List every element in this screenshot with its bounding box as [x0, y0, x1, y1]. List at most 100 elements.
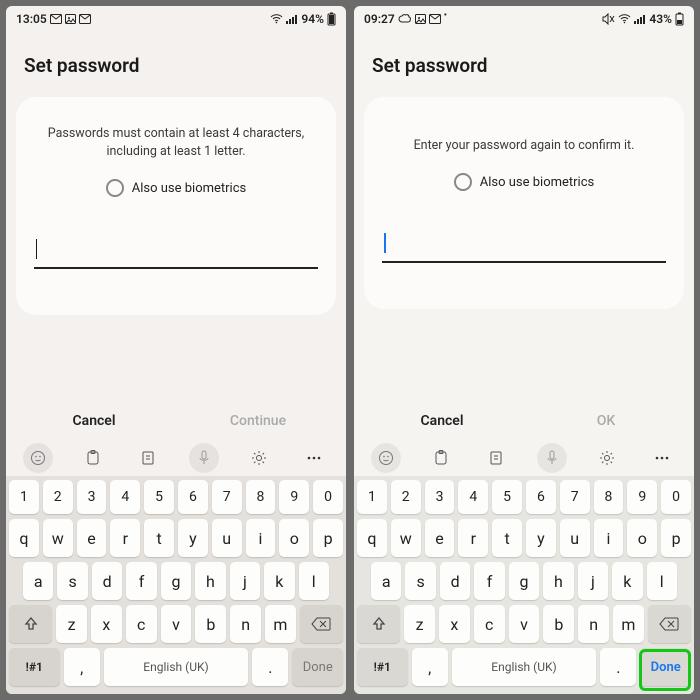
space-key[interactable]: English (UK) — [104, 648, 249, 686]
key-e[interactable]: e — [77, 519, 107, 557]
key-6[interactable]: 6 — [526, 480, 556, 514]
key-i[interactable]: i — [246, 519, 276, 557]
key-6[interactable]: 6 — [178, 480, 208, 514]
key-5[interactable]: 5 — [492, 480, 522, 514]
dot-key[interactable]: . — [252, 648, 288, 686]
key-o[interactable]: o — [279, 519, 309, 557]
shift-key[interactable] — [9, 605, 52, 643]
space-key[interactable]: English (UK) — [452, 648, 597, 686]
key-b[interactable]: b — [543, 605, 574, 643]
cancel-button[interactable]: Cancel — [360, 413, 524, 429]
symbols-key[interactable]: !#1 — [357, 648, 408, 686]
emoji-icon[interactable] — [23, 443, 53, 473]
backspace-key[interactable] — [300, 605, 343, 643]
emoji-icon[interactable] — [371, 443, 401, 473]
key-d[interactable]: d — [440, 562, 470, 600]
key-n[interactable]: n — [230, 605, 261, 643]
key-m[interactable]: m — [265, 605, 296, 643]
key-s[interactable]: s — [57, 562, 87, 600]
key-n[interactable]: n — [578, 605, 609, 643]
cancel-button[interactable]: Cancel — [12, 413, 176, 429]
key-k[interactable]: k — [612, 562, 642, 600]
key-q[interactable]: q — [9, 519, 39, 557]
key-f[interactable]: f — [126, 562, 156, 600]
key-t[interactable]: t — [144, 519, 174, 557]
key-2[interactable]: 2 — [391, 480, 421, 514]
text-icon[interactable] — [481, 443, 511, 473]
key-w[interactable]: w — [43, 519, 73, 557]
key-1[interactable]: 1 — [9, 480, 39, 514]
key-f[interactable]: f — [474, 562, 504, 600]
password-input-wrap[interactable] — [382, 233, 666, 263]
key-d[interactable]: d — [92, 562, 122, 600]
key-i[interactable]: i — [594, 519, 624, 557]
key-0[interactable]: 0 — [661, 480, 691, 514]
mic-icon[interactable] — [537, 443, 567, 473]
done-key[interactable]: Done — [640, 648, 691, 686]
key-0[interactable]: 0 — [313, 480, 343, 514]
dot-key[interactable]: . — [600, 648, 636, 686]
password-input-wrap[interactable] — [34, 239, 318, 269]
key-c[interactable]: c — [126, 605, 157, 643]
key-w[interactable]: w — [391, 519, 421, 557]
gear-icon[interactable] — [244, 443, 274, 473]
key-3[interactable]: 3 — [425, 480, 455, 514]
key-e[interactable]: e — [425, 519, 455, 557]
key-8[interactable]: 8 — [246, 480, 276, 514]
key-7[interactable]: 7 — [560, 480, 590, 514]
key-g[interactable]: g — [161, 562, 191, 600]
key-m[interactable]: m — [613, 605, 644, 643]
key-g[interactable]: g — [509, 562, 539, 600]
key-z[interactable]: z — [56, 605, 87, 643]
key-2[interactable]: 2 — [43, 480, 73, 514]
key-q[interactable]: q — [357, 519, 387, 557]
backspace-key[interactable] — [648, 605, 691, 643]
key-3[interactable]: 3 — [77, 480, 107, 514]
key-5[interactable]: 5 — [144, 480, 174, 514]
key-a[interactable]: a — [23, 562, 53, 600]
key-r[interactable]: r — [458, 519, 488, 557]
text-icon[interactable] — [133, 443, 163, 473]
key-r[interactable]: r — [110, 519, 140, 557]
key-j[interactable]: j — [578, 562, 608, 600]
more-icon[interactable] — [647, 443, 677, 473]
key-9[interactable]: 9 — [279, 480, 309, 514]
key-p[interactable]: p — [661, 519, 691, 557]
key-u[interactable]: u — [212, 519, 242, 557]
key-y[interactable]: y — [526, 519, 556, 557]
key-y[interactable]: y — [178, 519, 208, 557]
key-s[interactable]: s — [405, 562, 435, 600]
key-a[interactable]: a — [371, 562, 401, 600]
key-k[interactable]: k — [264, 562, 294, 600]
biometrics-option[interactable]: Also use biometrics — [106, 179, 247, 197]
done-key[interactable]: Done — [292, 648, 343, 686]
key-c[interactable]: c — [474, 605, 505, 643]
key-1[interactable]: 1 — [357, 480, 387, 514]
ok-button[interactable]: OK — [524, 413, 688, 429]
mic-icon[interactable] — [189, 443, 219, 473]
key-t[interactable]: t — [492, 519, 522, 557]
key-p[interactable]: p — [313, 519, 343, 557]
key-4[interactable]: 4 — [110, 480, 140, 514]
key-l[interactable]: l — [647, 562, 677, 600]
shift-key[interactable] — [357, 605, 400, 643]
key-o[interactable]: o — [627, 519, 657, 557]
continue-button[interactable]: Continue — [176, 413, 340, 429]
key-v[interactable]: v — [161, 605, 192, 643]
key-b[interactable]: b — [195, 605, 226, 643]
gear-icon[interactable] — [592, 443, 622, 473]
key-u[interactable]: u — [560, 519, 590, 557]
key-h[interactable]: h — [543, 562, 573, 600]
key-z[interactable]: z — [404, 605, 435, 643]
symbols-key[interactable]: !#1 — [9, 648, 60, 686]
key-x[interactable]: x — [91, 605, 122, 643]
key-9[interactable]: 9 — [627, 480, 657, 514]
key-4[interactable]: 4 — [458, 480, 488, 514]
more-icon[interactable] — [299, 443, 329, 473]
comma-key[interactable]: , — [412, 648, 448, 686]
key-j[interactable]: j — [230, 562, 260, 600]
comma-key[interactable]: , — [64, 648, 100, 686]
biometrics-option[interactable]: Also use biometrics — [454, 173, 595, 191]
clipboard-icon[interactable] — [78, 443, 108, 473]
key-7[interactable]: 7 — [212, 480, 242, 514]
